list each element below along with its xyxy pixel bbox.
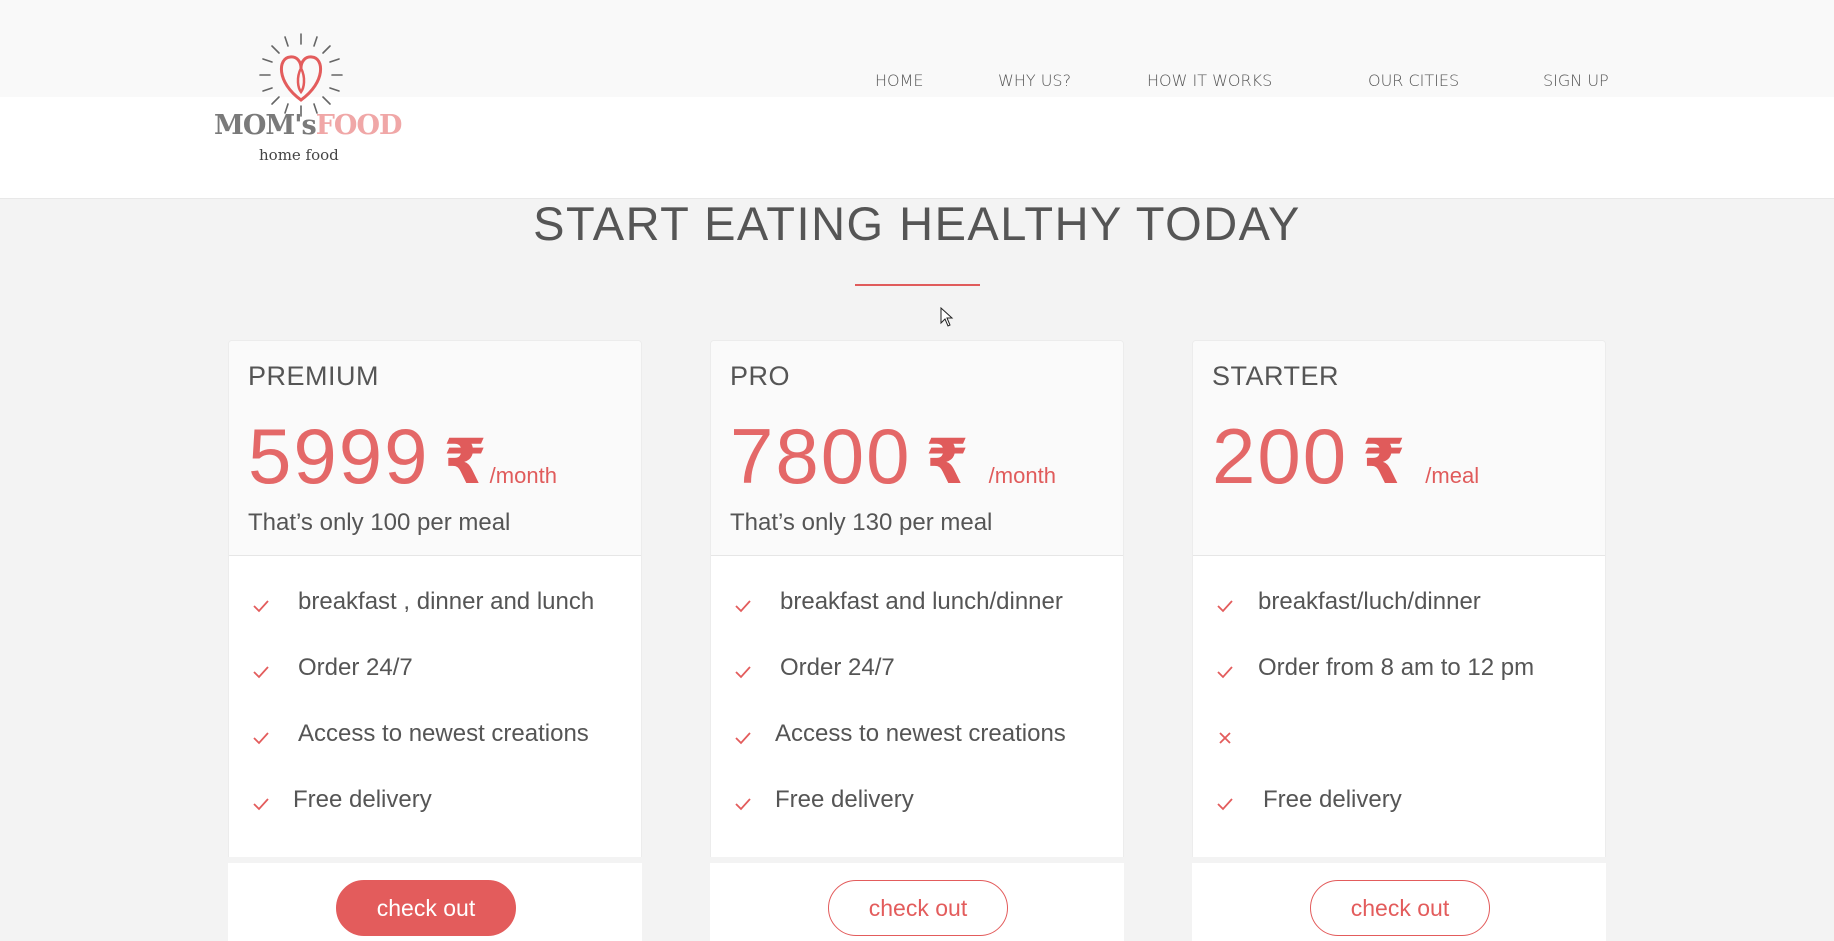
feature-item: Access to newest creations [711,718,1123,758]
check-icon [735,666,751,679]
plan-price: 200 [1212,412,1349,500]
plan-card-pro: PRO 7800 ₹ /month That’s only 130 per me… [710,340,1124,941]
rupee-icon: ₹ [1362,425,1406,498]
feature-text: Free delivery [293,786,432,813]
plan-price: 7800 [730,412,912,500]
feature-text: Order from 8 am to 12 pm [1258,654,1535,681]
feature-item: Order 24/7 [229,652,641,692]
section-title: START EATING HEALTHY TODAY [533,197,1301,250]
nav-our-cities[interactable]: OUR CITIES [1368,71,1459,90]
check-out-button[interactable]: check out [336,880,516,936]
feature-text: breakfast/luch/dinner [1258,588,1481,615]
feature-text: Free delivery [1263,786,1402,813]
plan-card-footer: check out [1192,857,1606,941]
rupee-icon: ₹ [925,425,969,498]
check-icon [1217,798,1233,811]
plan-name: STARTER [1212,361,1340,391]
check-icon [1217,666,1233,679]
feature-item: Order 24/7 [711,652,1123,692]
plan-card-header: PREMIUM 5999 ₹ /month That’s only 100 pe… [229,341,641,556]
feature-text: Order 24/7 [298,654,413,681]
check-icon [735,732,751,745]
check-icon [253,732,269,745]
heart-sun-icon [259,33,343,117]
feature-item: Free delivery [711,784,1123,824]
logo-wordmark: MOM'sFOOD [214,110,402,141]
plan-period: /month [489,463,557,488]
title-divider [855,284,980,286]
feature-item: breakfast/luch/dinner [1193,586,1605,626]
check-icon [253,666,269,679]
plan-price: 5999 [248,412,430,500]
plan-name: PREMIUM [248,361,379,391]
check-out-button[interactable]: check out [1310,880,1490,936]
plan-card-footer: check out [228,857,642,941]
feature-item: breakfast , dinner and lunch [229,586,641,626]
plan-card-premium: PREMIUM 5999 ₹ /month That’s only 100 pe… [228,340,642,941]
plan-per-meal: That’s only 100 per meal [248,509,511,536]
feature-item: Order from 8 am to 12 pm [1193,652,1605,692]
plan-name: PRO [730,361,791,391]
nav-how-it-works[interactable]: HOW IT WORKS [1147,71,1272,90]
check-icon [1217,600,1233,613]
cross-icon [1219,732,1231,744]
feature-item: breakfast and lunch/dinner [711,586,1123,626]
check-out-button[interactable]: check out [828,880,1008,936]
feature-item: Free delivery [229,784,641,824]
feature-item [1193,718,1605,758]
feature-item: Free delivery [1193,784,1605,824]
rupee-icon: ₹ [443,425,487,498]
plan-period: /meal [1425,463,1480,488]
feature-text: breakfast , dinner and lunch [298,588,595,615]
feature-text: Access to newest creations [298,720,589,747]
logo-food: FOOD [315,110,403,141]
site-logo[interactable]: MOM'sFOOD home food [212,30,402,170]
plan-period: /month [988,463,1056,488]
check-icon [735,798,751,811]
mouse-cursor-icon [940,307,954,327]
feature-item: Access to newest creations [229,718,641,758]
feature-text: Order 24/7 [780,654,895,681]
plan-price-row: 7800 ₹ /month [730,411,1056,502]
check-icon [735,600,751,613]
feature-text: breakfast and lunch/dinner [780,588,1063,615]
plan-price-row: 5999 ₹ /month [248,411,557,502]
nav-sign-up[interactable]: SIGN UP [1543,71,1609,90]
feature-text: Free delivery [775,786,914,813]
check-icon [253,600,269,613]
nav-why-us[interactable]: WHY US? [998,71,1071,90]
plan-per-meal: That’s only 130 per meal [730,509,993,536]
plan-card-footer: check out [710,857,1124,941]
logo-tagline: home food [259,146,339,164]
plan-card-header: PRO 7800 ₹ /month That’s only 130 per me… [711,341,1123,556]
plan-card-header: STARTER 200 ₹ /meal [1193,341,1605,556]
plan-card-starter: STARTER 200 ₹ /meal breakfast/luch/dinne… [1192,340,1606,941]
plan-price-row: 200 ₹ /meal [1212,411,1479,502]
feature-text: Access to newest creations [775,720,1066,747]
nav-home[interactable]: HOME [875,71,924,90]
logo-moms: MOM's [214,110,317,141]
check-icon [253,798,269,811]
